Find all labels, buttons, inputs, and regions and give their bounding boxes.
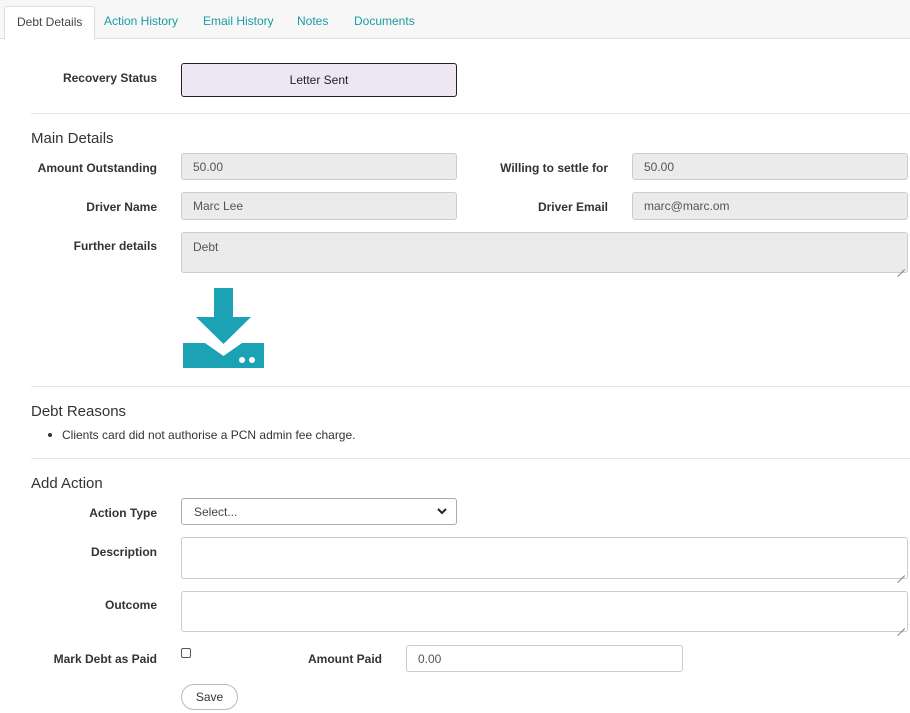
recovery-status-select[interactable]: Letter Sent: [181, 63, 457, 97]
further-details-text: Debt: [193, 240, 219, 254]
amount-outstanding-field[interactable]: 50.00: [181, 153, 457, 180]
save-button[interactable]: Save: [181, 684, 238, 710]
action-type-select[interactable]: Select...: [181, 498, 457, 525]
resize-handle-icon[interactable]: [897, 621, 905, 629]
bullet-icon: [48, 432, 52, 437]
mark-paid-label: Mark Debt as Paid: [53, 652, 157, 666]
amount-paid-field[interactable]: 0.00: [406, 645, 683, 672]
debt-reasons-heading: Debt Reasons: [31, 403, 127, 420]
download-icon[interactable]: [183, 288, 264, 369]
willing-to-settle-label: Willing to settle for: [500, 161, 608, 175]
tab-action-history[interactable]: Action History: [104, 6, 178, 39]
tab-documents[interactable]: Documents: [354, 6, 415, 39]
list-item: Clients card did not authorise a PCN adm…: [48, 428, 356, 442]
recovery-status-label: Recovery Status: [62, 71, 157, 85]
tab-notes[interactable]: Notes: [297, 6, 328, 39]
driver-email-label: Driver Email: [537, 200, 608, 214]
chevron-down-icon: [437, 508, 447, 515]
further-details-label: Further details: [73, 239, 157, 253]
tab-debt-details[interactable]: Debt Details: [4, 6, 96, 40]
amount-paid-label: Amount Paid: [308, 652, 382, 666]
outcome-label: Outcome: [104, 598, 157, 612]
main-details-heading: Main Details: [31, 130, 114, 147]
action-type-value: Select...: [194, 504, 238, 519]
tab-email-history[interactable]: Email History: [203, 6, 274, 39]
description-textarea[interactable]: [181, 537, 908, 579]
resize-handle-icon[interactable]: [897, 568, 905, 576]
add-action-heading: Add Action: [31, 475, 103, 492]
willing-to-settle-field[interactable]: 50.00: [632, 153, 908, 180]
driver-email-field[interactable]: marc@marc.om: [632, 192, 908, 220]
driver-name-field[interactable]: Marc Lee: [181, 192, 457, 220]
further-details-textarea[interactable]: Debt: [181, 232, 908, 273]
divider: [31, 113, 910, 114]
reason-text: Clients card did not authorise a PCN adm…: [62, 428, 356, 442]
amount-outstanding-label: Amount Outstanding: [37, 161, 157, 175]
description-label: Description: [90, 545, 157, 559]
divider: [31, 458, 910, 459]
mark-paid-checkbox[interactable]: [181, 648, 191, 658]
resize-handle-icon[interactable]: [897, 262, 905, 270]
divider: [31, 386, 910, 387]
tab-bar: Debt Details Action History Email Histor…: [0, 0, 910, 40]
action-type-label: Action Type: [89, 506, 157, 520]
driver-name-label: Driver Name: [86, 200, 157, 214]
outcome-textarea[interactable]: [181, 591, 908, 632]
